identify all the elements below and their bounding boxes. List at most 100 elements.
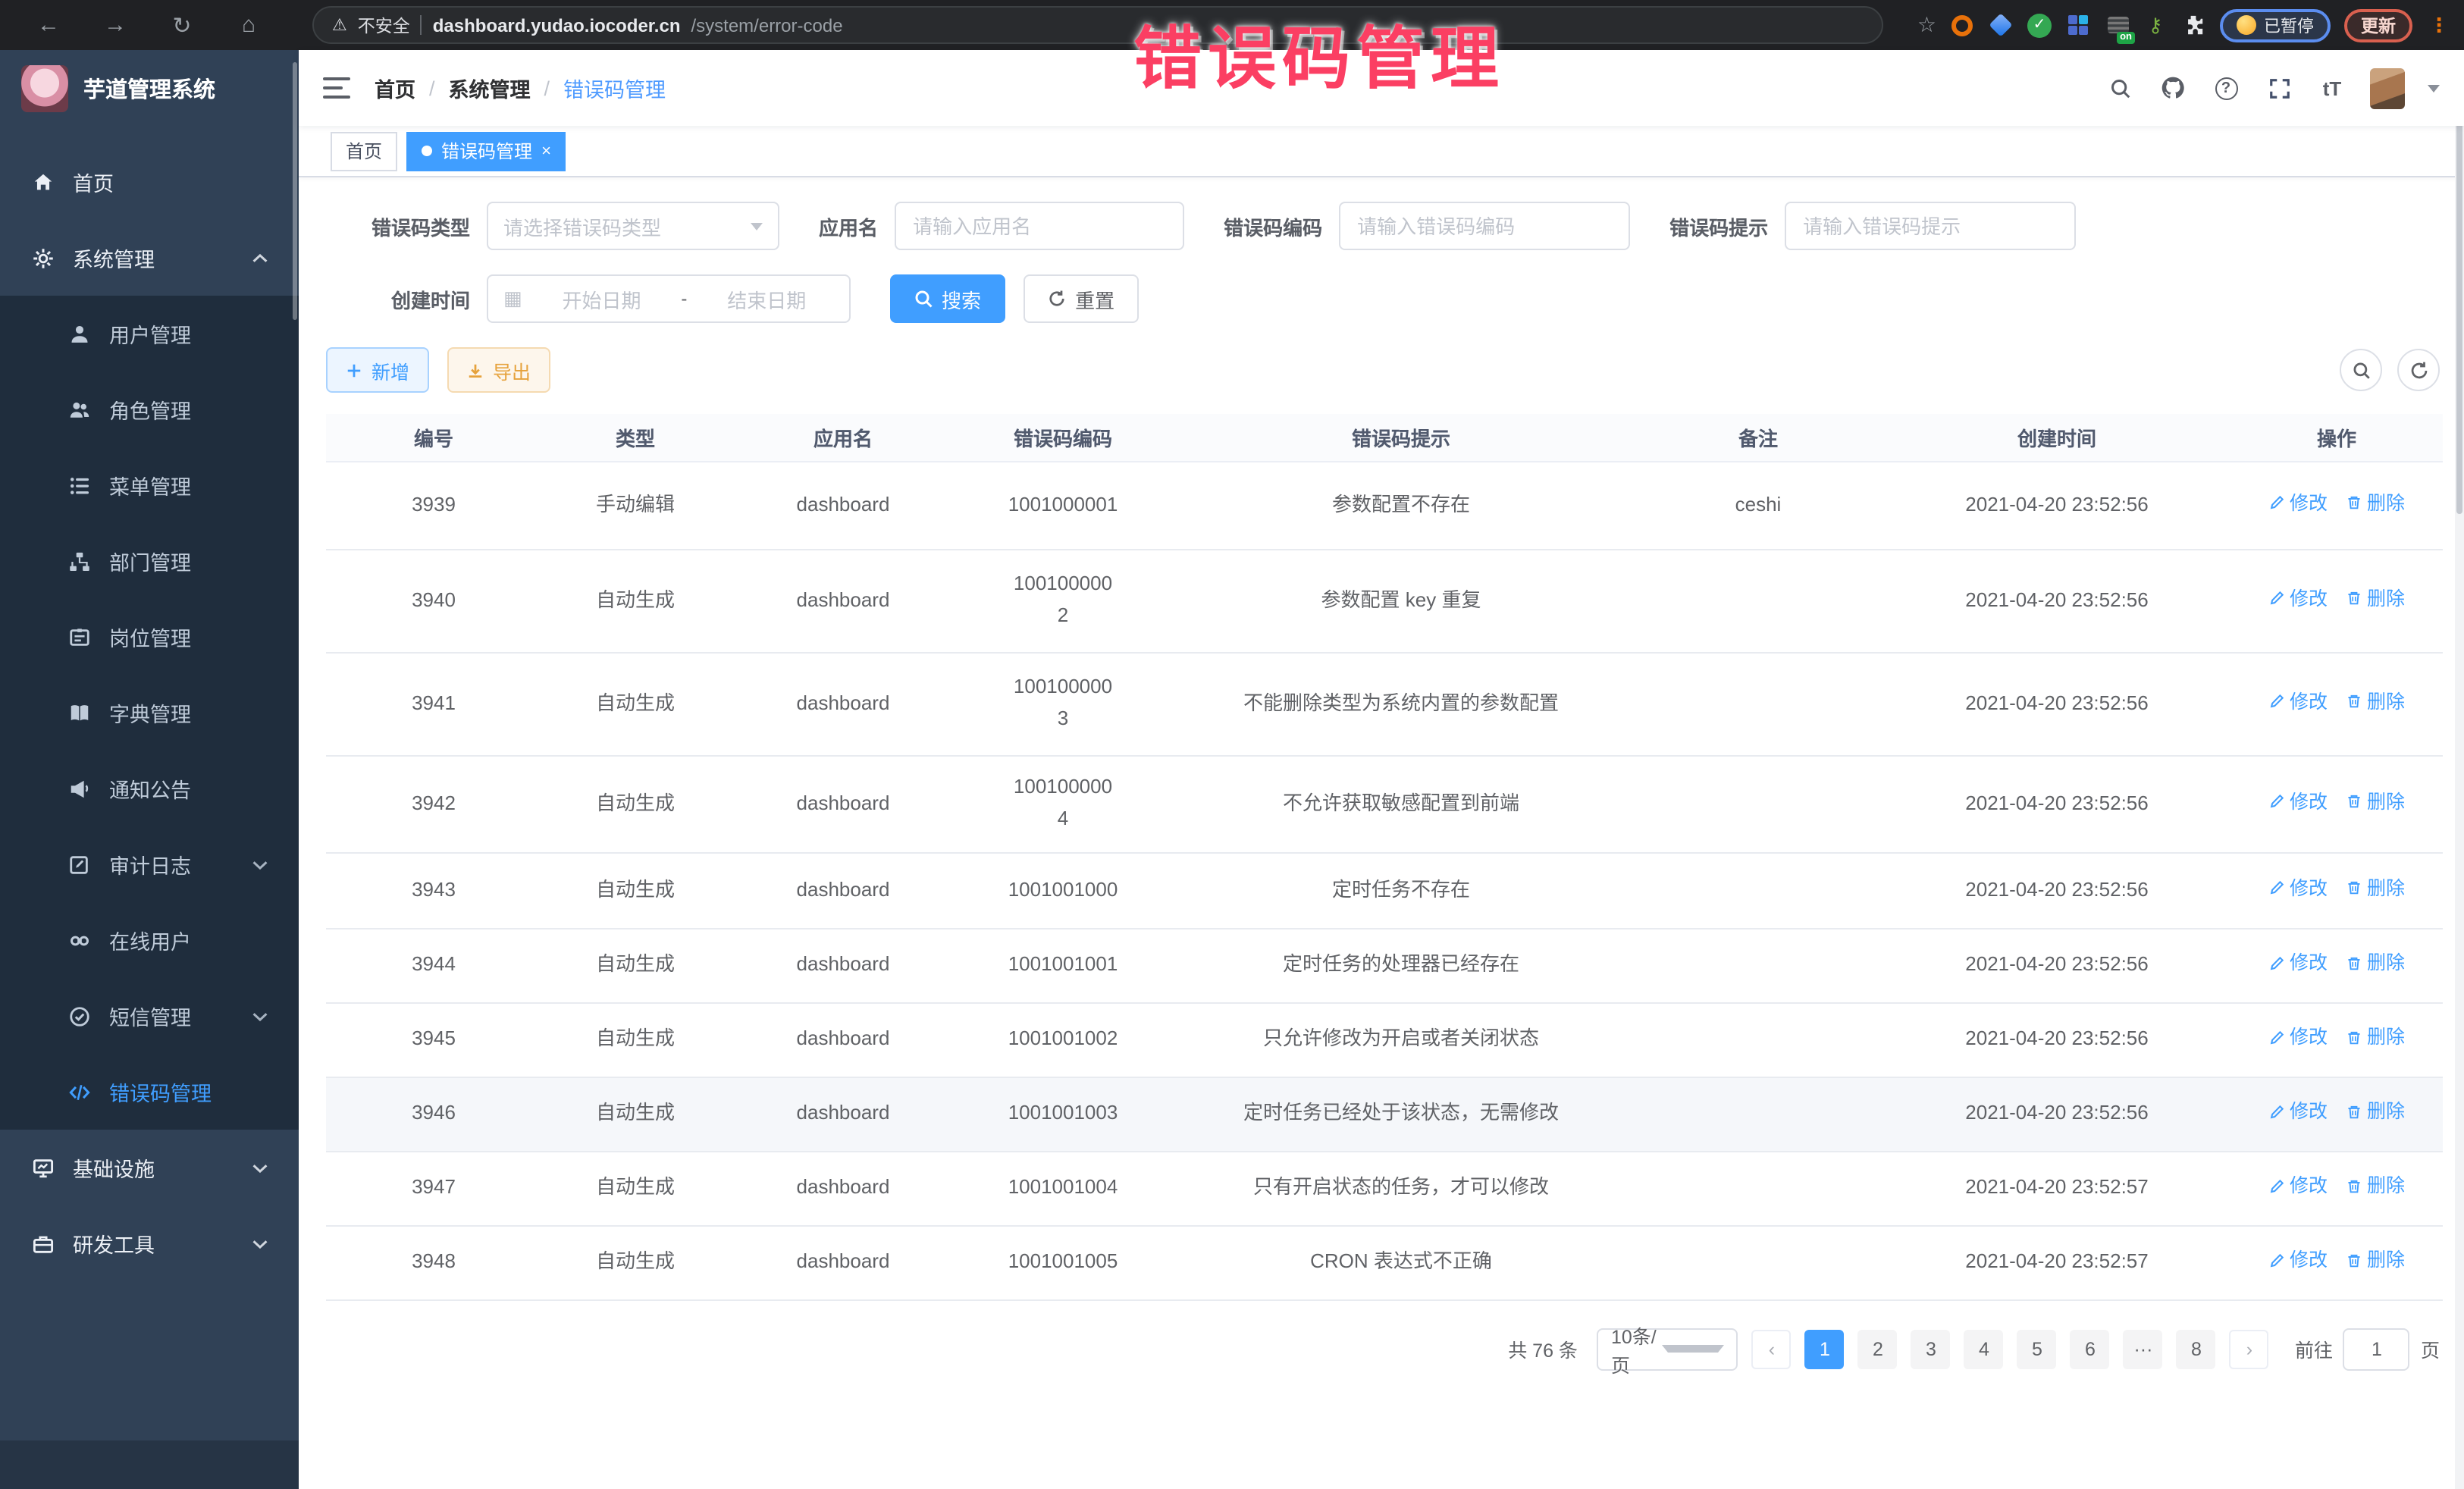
page-button-3[interactable]: 3	[1911, 1329, 1951, 1368]
error-msg-input[interactable]	[1785, 202, 2076, 250]
edit-link[interactable]: 修改	[2268, 1097, 2328, 1127]
browser-back-icon[interactable]: ←	[32, 8, 65, 42]
prev-page-button[interactable]: ‹	[1752, 1329, 1792, 1368]
add-button[interactable]: 新增	[326, 347, 429, 393]
toggle-search-button[interactable]	[2340, 349, 2382, 391]
delete-link[interactable]: 删除	[2346, 1171, 2405, 1202]
address-bar[interactable]: ⚠ 不安全 dashboard.yudao.iocoder.cn/system/…	[312, 6, 1884, 44]
sidebar-item-2[interactable]: 系统管理	[0, 220, 299, 296]
profile-paused-chip[interactable]: 已暂停	[2220, 8, 2331, 42]
tab-error-code[interactable]: 错误码管理 ×	[406, 131, 566, 171]
browser-reload-icon[interactable]: ↻	[165, 8, 199, 42]
edit-link[interactable]: 修改	[2268, 584, 2328, 614]
help-icon[interactable]: ?	[2211, 73, 2241, 103]
sidebar-item-10[interactable]: 审计日志	[0, 826, 299, 902]
goto-page-input[interactable]	[2343, 1328, 2410, 1370]
sidebar-item-1[interactable]: 首页	[0, 144, 299, 220]
edit-icon	[2268, 1104, 2285, 1121]
breadcrumb-home[interactable]: 首页	[375, 73, 415, 103]
delete-link[interactable]: 删除	[2346, 1023, 2405, 1053]
refresh-button[interactable]	[2397, 349, 2440, 391]
edit-link-label: 修改	[2290, 1246, 2328, 1276]
delete-link[interactable]: 删除	[2346, 873, 2405, 904]
browser-home-icon[interactable]: ⌂	[232, 8, 265, 42]
delete-link[interactable]: 删除	[2346, 948, 2405, 979]
error-code-input[interactable]	[1339, 202, 1630, 250]
edit-link[interactable]: 修改	[2268, 873, 2328, 904]
tab-home[interactable]: 首页	[331, 131, 397, 171]
search-button[interactable]: 搜索	[890, 274, 1005, 323]
edit-link[interactable]: 修改	[2268, 488, 2328, 519]
page-button-8[interactable]: 8	[2177, 1329, 2216, 1368]
cell-code: 1001001003	[957, 1077, 1169, 1151]
app-logo-row[interactable]: 芋道管理系统	[0, 50, 299, 126]
extensions-puzzle-icon[interactable]	[2180, 12, 2206, 38]
sidebar-item-13[interactable]: 错误码管理	[0, 1054, 299, 1130]
page-ellipsis[interactable]: ···	[2124, 1329, 2163, 1368]
page-button-4[interactable]: 4	[1964, 1329, 2004, 1368]
table-row: 3943自动生成dashboard1001001000定时任务不存在2021-0…	[326, 852, 2443, 928]
extension-tampermonkey-icon[interactable]: on	[2105, 12, 2130, 38]
insecure-label[interactable]: 不安全	[358, 13, 410, 37]
sidebar-item-14[interactable]: 基础设施	[0, 1130, 299, 1205]
page-button-5[interactable]: 5	[2017, 1329, 2057, 1368]
edit-link[interactable]: 修改	[2268, 787, 2328, 817]
extension-key-icon[interactable]: ⚷	[2144, 14, 2167, 36]
extension-gem-icon[interactable]	[1988, 12, 2014, 38]
delete-link[interactable]: 删除	[2346, 1097, 2405, 1127]
header-search-icon[interactable]	[2105, 73, 2135, 103]
date-range-picker[interactable]: ▦ 开始日期 - 结束日期	[487, 274, 851, 323]
page-size-select[interactable]: 10条/页	[1597, 1328, 1738, 1370]
trash-icon	[2346, 1104, 2362, 1121]
sidebar-item-5[interactable]: 菜单管理	[0, 447, 299, 523]
breadcrumb-system[interactable]: 系统管理	[449, 73, 531, 103]
browser-forward-icon[interactable]: →	[99, 8, 132, 42]
sidebar-item-6[interactable]: 部门管理	[0, 523, 299, 599]
delete-link[interactable]: 删除	[2346, 687, 2405, 717]
page-button-6[interactable]: 6	[2071, 1329, 2110, 1368]
page-button-1[interactable]: 1	[1805, 1329, 1845, 1368]
sidebar-item-9[interactable]: 通知公告	[0, 751, 299, 826]
edit-link-label: 修改	[2290, 488, 2328, 519]
edit-link[interactable]: 修改	[2268, 1171, 2328, 1202]
page-button-2[interactable]: 2	[1858, 1329, 1898, 1368]
user-menu-caret-icon[interactable]	[2428, 84, 2440, 92]
delete-link[interactable]: 删除	[2346, 584, 2405, 614]
sidebar-item-12[interactable]: 短信管理	[0, 978, 299, 1054]
hamburger-icon[interactable]	[323, 77, 350, 99]
tab-close-icon[interactable]: ×	[541, 142, 551, 160]
sidebar-item-11[interactable]: 在线用户	[0, 902, 299, 978]
reset-button[interactable]: 重置	[1024, 274, 1139, 323]
update-button[interactable]: 更新	[2344, 8, 2412, 42]
edit-link[interactable]: 修改	[2268, 948, 2328, 979]
sidebar-item-15[interactable]: 研发工具	[0, 1205, 299, 1281]
edit-link[interactable]: 修改	[2268, 1023, 2328, 1053]
edit-link[interactable]: 修改	[2268, 1246, 2328, 1276]
sidebar-scrollbar[interactable]	[293, 62, 297, 320]
sidebar-item-4[interactable]: 角色管理	[0, 371, 299, 447]
delete-link[interactable]: 删除	[2346, 1246, 2405, 1276]
next-page-button[interactable]: ›	[2230, 1329, 2269, 1368]
user-avatar[interactable]	[2370, 67, 2405, 108]
edit-link[interactable]: 修改	[2268, 687, 2328, 717]
sidebar-item-7[interactable]: 岗位管理	[0, 599, 299, 675]
window-scrollbar[interactable]	[2455, 50, 2464, 1489]
cell-msg: 参数配置 key 重复	[1169, 549, 1633, 652]
extension-grid-icon[interactable]	[2065, 12, 2091, 38]
export-button[interactable]: 导出	[447, 347, 550, 393]
browser-menu-icon[interactable]: ⋮	[2429, 13, 2449, 37]
sidebar-item-3[interactable]: 用户管理	[0, 296, 299, 371]
sidebar-item-8[interactable]: 字典管理	[0, 675, 299, 751]
github-icon[interactable]	[2158, 73, 2188, 103]
bookmark-star-icon[interactable]: ☆	[1917, 12, 1936, 38]
error-type-select[interactable]: 请选择错误码类型	[487, 202, 779, 250]
extension-green-icon[interactable]: ✓	[2027, 13, 2052, 37]
table-row: 3942自动生成dashboard100100000 4不允许获取敏感配置到前端…	[326, 755, 2443, 852]
font-size-icon[interactable]: tT	[2317, 73, 2347, 103]
fullscreen-icon[interactable]	[2264, 73, 2294, 103]
app-name-input[interactable]	[895, 202, 1184, 250]
extension-orange-icon[interactable]	[1948, 12, 1974, 38]
insecure-warning-icon: ⚠	[332, 15, 347, 35]
delete-link[interactable]: 删除	[2346, 787, 2405, 817]
delete-link[interactable]: 删除	[2346, 488, 2405, 519]
